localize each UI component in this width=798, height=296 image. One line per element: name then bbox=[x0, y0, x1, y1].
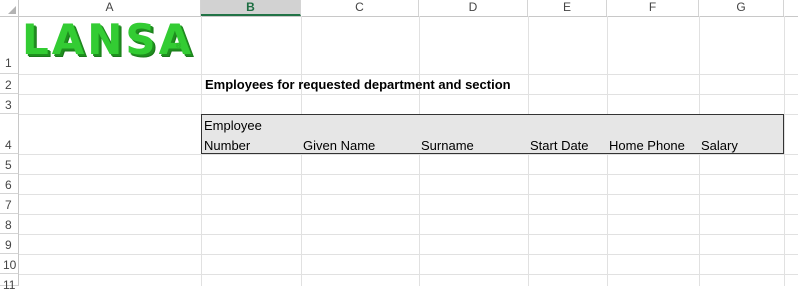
logo-text: LANSA bbox=[22, 15, 195, 64]
header-surname[interactable]: Surname bbox=[421, 138, 474, 153]
gridline bbox=[19, 174, 798, 175]
gridline bbox=[19, 74, 798, 75]
row-header-7[interactable]: 7 bbox=[0, 194, 19, 214]
gridline bbox=[19, 154, 798, 155]
column-header-g[interactable]: G bbox=[699, 0, 784, 16]
gridline bbox=[19, 254, 798, 255]
column-header-band[interactable] bbox=[201, 114, 784, 154]
row-header-8[interactable]: 8 bbox=[0, 214, 19, 234]
report-title[interactable]: Employees for requested department and s… bbox=[205, 77, 511, 92]
registered-mark: ® bbox=[176, 43, 182, 50]
gridline bbox=[19, 94, 798, 95]
row-header-9[interactable]: 9 bbox=[0, 234, 19, 254]
header-start-date[interactable]: Start Date bbox=[530, 138, 589, 153]
column-header-c[interactable]: C bbox=[301, 0, 419, 16]
row-header-11[interactable]: 11 bbox=[0, 274, 19, 292]
spreadsheet-grid: A B C D E F G 1 2 3 4 5 6 7 8 9 10 11 LA… bbox=[0, 0, 798, 292]
row-header-1[interactable]: 1 bbox=[0, 16, 19, 74]
header-employee-line2[interactable]: Number bbox=[204, 138, 250, 153]
lansa-logo: LANSA ® bbox=[22, 17, 191, 63]
row-header-5[interactable]: 5 bbox=[0, 154, 19, 174]
row-header-10[interactable]: 10 bbox=[0, 254, 19, 274]
gridline bbox=[19, 274, 798, 275]
row-header-3[interactable]: 3 bbox=[0, 94, 19, 114]
row-header-4[interactable]: 4 bbox=[0, 114, 19, 154]
column-header-b[interactable]: B bbox=[201, 0, 301, 16]
header-given-name[interactable]: Given Name bbox=[303, 138, 375, 153]
header-employee-line1[interactable]: Employee bbox=[204, 118, 262, 133]
column-header-h[interactable] bbox=[784, 0, 798, 16]
row-header-2[interactable]: 2 bbox=[0, 74, 19, 94]
header-home-phone[interactable]: Home Phone bbox=[609, 138, 685, 153]
column-header-a[interactable]: A bbox=[19, 0, 201, 16]
gridline bbox=[19, 194, 798, 195]
row-header-6[interactable]: 6 bbox=[0, 174, 19, 194]
select-all-button[interactable] bbox=[0, 0, 19, 16]
column-header-f[interactable]: F bbox=[607, 0, 699, 16]
gridline bbox=[784, 16, 785, 286]
column-header-d[interactable]: D bbox=[419, 0, 528, 16]
header-salary[interactable]: Salary bbox=[701, 138, 738, 153]
column-header-e[interactable]: E bbox=[528, 0, 607, 16]
gridline bbox=[19, 214, 798, 215]
gridline bbox=[19, 234, 798, 235]
